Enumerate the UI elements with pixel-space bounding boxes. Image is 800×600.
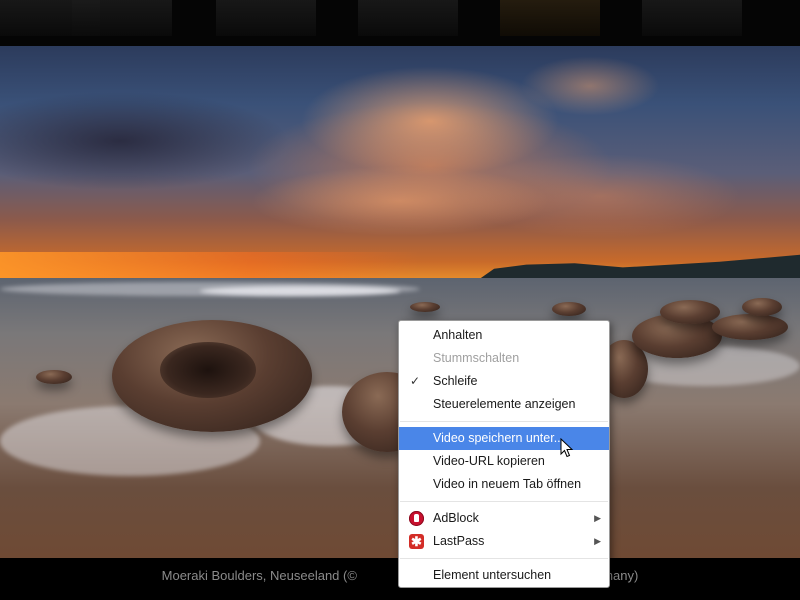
adblock-icon — [409, 511, 424, 526]
boulder — [742, 298, 782, 316]
cloud — [520, 56, 660, 116]
foam — [200, 286, 400, 296]
thumbnail[interactable] — [358, 0, 458, 36]
menu-item-label: Anhalten — [433, 328, 483, 342]
menu-item-label: Schleife — [433, 374, 478, 388]
thumbnail[interactable] — [642, 0, 742, 36]
menu-item-mute[interactable]: Stummschalten — [399, 347, 609, 370]
menu-item-open-video-new-tab[interactable]: Video in neuem Tab öffnen — [399, 473, 609, 496]
boulder — [660, 300, 720, 324]
boulder — [712, 314, 788, 340]
menu-item-label: Video speichern unter... — [433, 431, 565, 445]
menu-item-inspect-element[interactable]: Element untersuchen — [399, 564, 609, 587]
thumbnail[interactable] — [216, 0, 316, 36]
lastpass-icon: ✱ — [409, 534, 424, 549]
menu-item-label: LastPass — [433, 534, 485, 548]
menu-item-copy-video-url[interactable]: Video-URL kopieren — [399, 450, 609, 473]
boulder — [552, 302, 586, 316]
menu-item-adblock[interactable]: AdBlock ▶ — [399, 507, 609, 530]
menu-separator — [400, 558, 608, 559]
boulder — [410, 302, 440, 312]
menu-item-label: Video in neuem Tab öffnen — [433, 477, 582, 491]
submenu-arrow-icon: ▶ — [594, 513, 601, 523]
thumbnail[interactable] — [500, 0, 600, 36]
menu-item-label: Element untersuchen — [433, 568, 552, 582]
boulder — [112, 320, 312, 432]
menu-item-show-controls[interactable]: Steuerelemente anzeigen — [399, 393, 609, 416]
context-menu: Anhalten Stummschalten ✓ Schleife Steuere… — [398, 320, 610, 588]
menu-item-label: Video-URL kopieren — [433, 454, 545, 468]
boulder — [36, 370, 72, 384]
menu-item-lastpass[interactable]: ✱ LastPass ▶ — [399, 530, 609, 553]
caption-left: Moeraki Boulders, Neuseeland (© — [161, 568, 361, 583]
cloud — [250, 166, 550, 236]
menu-item-label: Stummschalten — [433, 351, 520, 365]
menu-item-save-video[interactable]: Video speichern unter... — [399, 427, 609, 450]
checkmark-icon: ✓ — [410, 374, 421, 388]
thumbnail-strip — [0, 0, 800, 46]
thumbnail[interactable] — [72, 0, 172, 36]
submenu-arrow-icon: ▶ — [594, 536, 601, 546]
menu-separator — [400, 501, 608, 502]
menu-item-loop[interactable]: ✓ Schleife — [399, 370, 609, 393]
menu-item-pause[interactable]: Anhalten — [399, 324, 609, 347]
menu-item-label: Steuerelemente anzeigen — [433, 397, 576, 411]
boulder-hole — [160, 342, 256, 398]
menu-item-label: AdBlock — [433, 511, 479, 525]
menu-separator — [400, 421, 608, 422]
